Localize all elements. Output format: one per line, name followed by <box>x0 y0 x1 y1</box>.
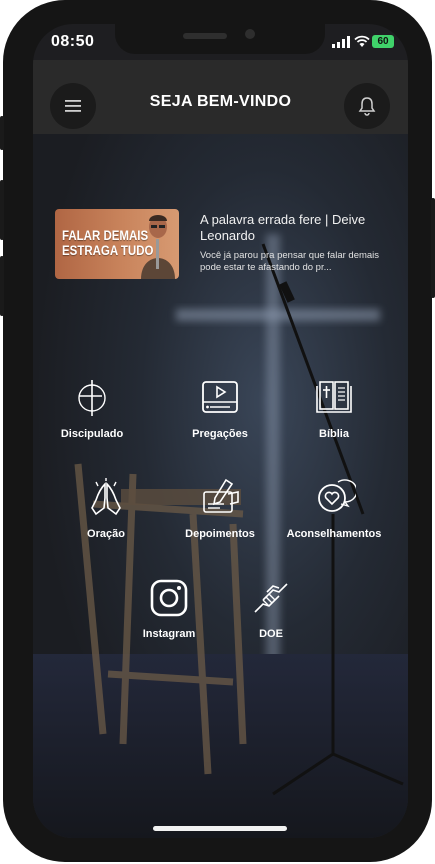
video-description: Você já parou pra pensar que falar demai… <box>200 250 380 273</box>
menu-item-biblia[interactable]: Bíblia <box>278 376 390 440</box>
featured-video-card[interactable]: FALAR DEMAIS ESTRAGA TUDO A palavra erra… <box>55 209 385 281</box>
home-indicator[interactable] <box>153 826 287 831</box>
menu-label: Bíblia <box>319 428 349 440</box>
app-screen: 08:50 60 SEJA BEM-VINDO FALAR DEMAIS EST… <box>33 24 408 838</box>
menu-label: Aconselhamentos <box>286 528 382 540</box>
writing-hand-icon <box>203 478 239 513</box>
speaker-photo <box>141 215 175 279</box>
menu-label: Pregações <box>192 428 248 440</box>
cross-circle-icon <box>78 380 106 416</box>
video-title[interactable]: A palavra errada fere | Deive Leonardo <box>200 212 385 244</box>
notifications-button[interactable] <box>344 83 390 129</box>
menu-label: Instagram <box>142 628 196 640</box>
app-header: SEJA BEM-VINDO <box>33 60 408 134</box>
bible-book-icon <box>316 381 352 413</box>
heart-chat-icon <box>318 479 356 512</box>
menu-item-instagram[interactable]: Instagram <box>113 576 225 640</box>
phone-frame: 08:50 60 SEJA BEM-VINDO FALAR DEMAIS EST… <box>0 0 435 862</box>
menu-item-discipulado[interactable]: Discipulado <box>36 376 148 440</box>
mute-switch <box>0 116 4 150</box>
menu-label: DOE <box>259 628 283 640</box>
menu-label: Depoimentos <box>185 528 255 540</box>
bell-icon <box>358 97 376 116</box>
cellular-signal-icon <box>332 36 350 48</box>
video-play-icon <box>202 381 238 413</box>
volume-down-button <box>0 256 4 316</box>
menu-item-aconselhamentos[interactable]: Aconselhamentos <box>278 476 390 540</box>
wifi-icon <box>354 35 370 47</box>
menu-item-pregacoes[interactable]: Pregações <box>164 376 276 440</box>
menu-item-doe[interactable]: DOE <box>215 576 327 640</box>
menu-item-oracao[interactable]: Oração <box>50 476 162 540</box>
menu-label: Oração <box>87 528 125 540</box>
video-thumbnail[interactable]: FALAR DEMAIS ESTRAGA TUDO <box>55 209 179 279</box>
menu-label: Discipulado <box>60 428 124 440</box>
menu-item-depoimentos[interactable]: Depoimentos <box>164 476 276 540</box>
praying-hands-icon <box>91 478 121 516</box>
battery-level: 60 <box>377 36 389 47</box>
instagram-icon <box>150 579 188 617</box>
handshake-icon <box>254 583 288 613</box>
power-button <box>431 198 435 298</box>
battery-indicator: 60 <box>372 35 394 48</box>
volume-up-button <box>0 180 4 240</box>
status-time: 08:50 <box>51 33 95 50</box>
status-bar: 08:50 60 <box>33 24 408 60</box>
